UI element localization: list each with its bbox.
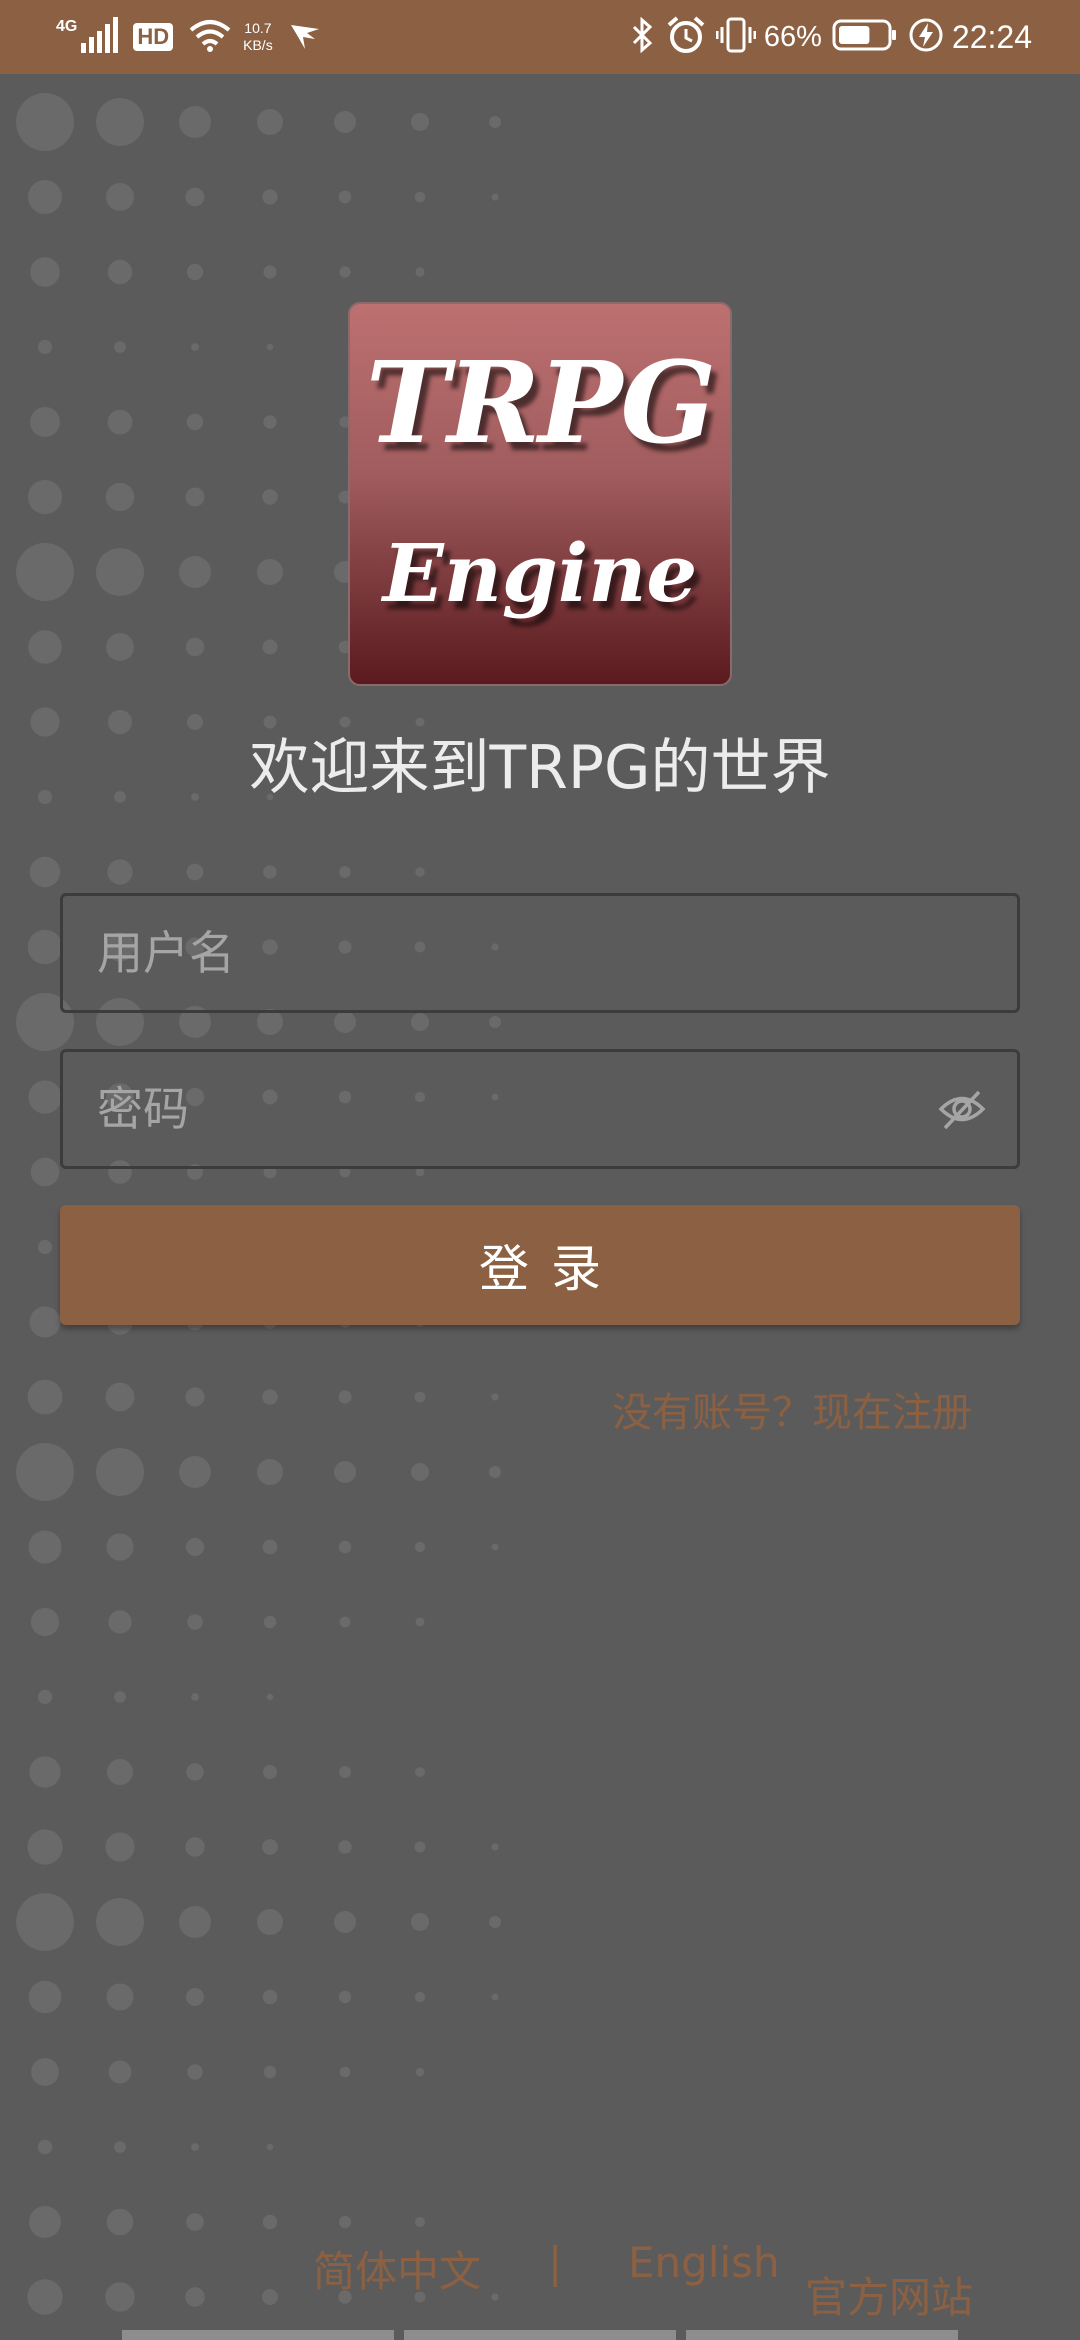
charging-icon — [908, 17, 944, 58]
language-separator: | — [548, 2238, 563, 2287]
wifi-icon — [189, 18, 231, 57]
password-input[interactable] — [97, 1052, 897, 1166]
register-link[interactable]: 没有账号？现在注册 — [612, 1380, 972, 1438]
bottom-strip-right — [686, 2330, 958, 2340]
alarm-icon — [666, 15, 706, 59]
language-chinese-link[interactable]: 简体中文 — [313, 2238, 481, 2299]
battery-percentage: 66% — [763, 20, 822, 53]
official-site-link[interactable]: 官方网站 — [805, 2264, 973, 2325]
network-speed-value: 10.7 — [244, 20, 272, 36]
battery-icon — [832, 19, 898, 56]
app-logo: TRPG Engine — [348, 302, 732, 686]
username-input[interactable] — [97, 896, 897, 1010]
username-field[interactable] — [60, 893, 1020, 1013]
network-speed-unit: KB/s — [243, 37, 273, 53]
status-bar: 4G HD 10.7 KB/s 66% 22:24 — [0, 0, 1080, 74]
status-bar-left: 4G HD 10.7 KB/s — [56, 0, 321, 74]
logo-text-engine: Engine — [382, 526, 698, 620]
welcome-title: 欢迎来到TRPG的世界 — [249, 733, 831, 803]
network-speed: 10.7 KB/s — [243, 20, 273, 54]
password-field[interactable] — [60, 1049, 1020, 1169]
eye-off-icon[interactable] — [937, 1084, 987, 1134]
status-bar-right: 66% 22:24 — [620, 0, 1032, 74]
bottom-strip-middle — [404, 2330, 676, 2340]
bluetooth-icon — [630, 16, 656, 58]
network-type: 4G — [56, 18, 78, 35]
clock: 22:24 — [951, 18, 1032, 55]
logo-text-trpg: TRPG — [365, 338, 716, 469]
signal-icon — [81, 16, 121, 58]
hd-badge: HD — [133, 23, 174, 51]
vibrate-icon — [715, 17, 757, 58]
bottom-strip-left — [122, 2330, 394, 2340]
language-english-link[interactable]: English — [628, 2238, 780, 2287]
login-button[interactable]: 登录 — [60, 1205, 1020, 1325]
hotspot-bird-icon — [289, 19, 321, 56]
